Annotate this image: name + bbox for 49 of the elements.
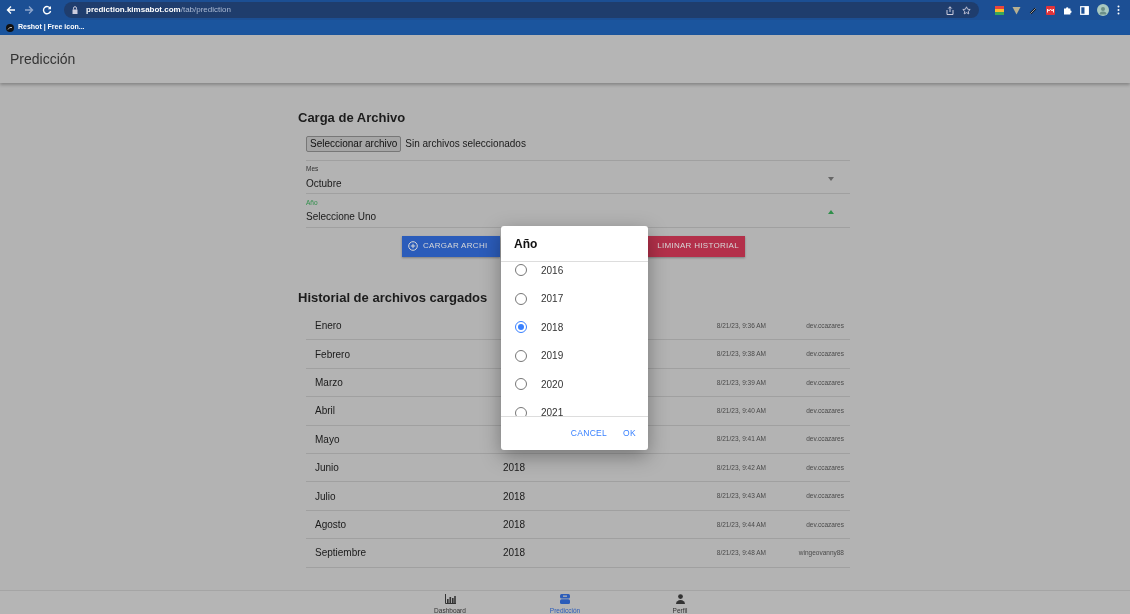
page-title: Predicción xyxy=(10,49,76,69)
section-title: Carga de Archivo xyxy=(298,109,406,127)
year-option[interactable]: 2019 xyxy=(501,341,648,370)
file-status-text: Sin archivos seleccionados xyxy=(405,137,526,151)
month-cell-text: Marzo xyxy=(315,375,344,390)
caret-down-icon xyxy=(828,176,834,181)
year-option[interactable]: 2020 xyxy=(501,370,648,399)
caret-up-icon xyxy=(828,210,834,214)
month-cell-text: Mayo xyxy=(315,432,341,447)
month-cell-text: Julio xyxy=(315,489,337,504)
back-icon[interactable] xyxy=(6,5,16,15)
choose-file-button[interactable]: Seleccionar archivo xyxy=(306,135,402,152)
month-cell-text: Junio xyxy=(315,461,340,476)
year-cell-text: 2018 xyxy=(502,489,527,504)
month-cell-text: Abril xyxy=(315,404,336,419)
year-option[interactable]: 2021 xyxy=(501,398,648,416)
cancel-button[interactable]: CANCEL xyxy=(566,425,612,442)
year-option[interactable]: 2018 xyxy=(501,313,648,342)
upload-button[interactable]: CARGAR ARCHI xyxy=(402,235,500,257)
year-cell-text: 2018 xyxy=(502,546,527,561)
tray-icon xyxy=(560,594,570,604)
year-option[interactable]: 2017 xyxy=(501,284,648,313)
more-icon[interactable] xyxy=(1117,5,1120,15)
year-option[interactable]: 2016 xyxy=(501,262,648,285)
profile-avatar[interactable] xyxy=(1097,4,1109,16)
forward-icon[interactable] xyxy=(24,5,34,15)
year-cell-text: 2018 xyxy=(502,517,527,532)
year-cell-text: 2018 xyxy=(502,461,527,476)
star-icon[interactable] xyxy=(962,5,971,15)
reload-icon[interactable] xyxy=(42,5,52,15)
month-cell-text: Septiembre xyxy=(315,546,368,561)
v-icon[interactable] xyxy=(1012,5,1021,15)
dialog-title: Año xyxy=(501,226,648,262)
person-icon xyxy=(675,594,685,604)
month-cell-text: Agosto xyxy=(315,517,348,532)
bar-chart-icon xyxy=(444,594,456,604)
bookmark-favicon-icon xyxy=(6,23,14,32)
lock-icon xyxy=(72,6,78,14)
delete-history-button[interactable]: LIMINAR HISTORIAL xyxy=(647,235,745,257)
add-circle-icon xyxy=(408,241,418,251)
address-bar-url[interactable]: prediction.kimsabot.com/tab/prediction xyxy=(86,4,231,16)
month-cell-text: Enero xyxy=(315,319,343,334)
month-cell-text: Febrero xyxy=(315,347,351,362)
puzzle-icon[interactable] xyxy=(1063,5,1072,15)
ok-button[interactable]: OK xyxy=(619,425,640,442)
sidebar-icon[interactable] xyxy=(1080,5,1089,15)
section-title: Historial de archivos cargados xyxy=(298,288,488,307)
share-icon[interactable] xyxy=(946,5,954,15)
color-bars-icon[interactable] xyxy=(995,5,1004,15)
